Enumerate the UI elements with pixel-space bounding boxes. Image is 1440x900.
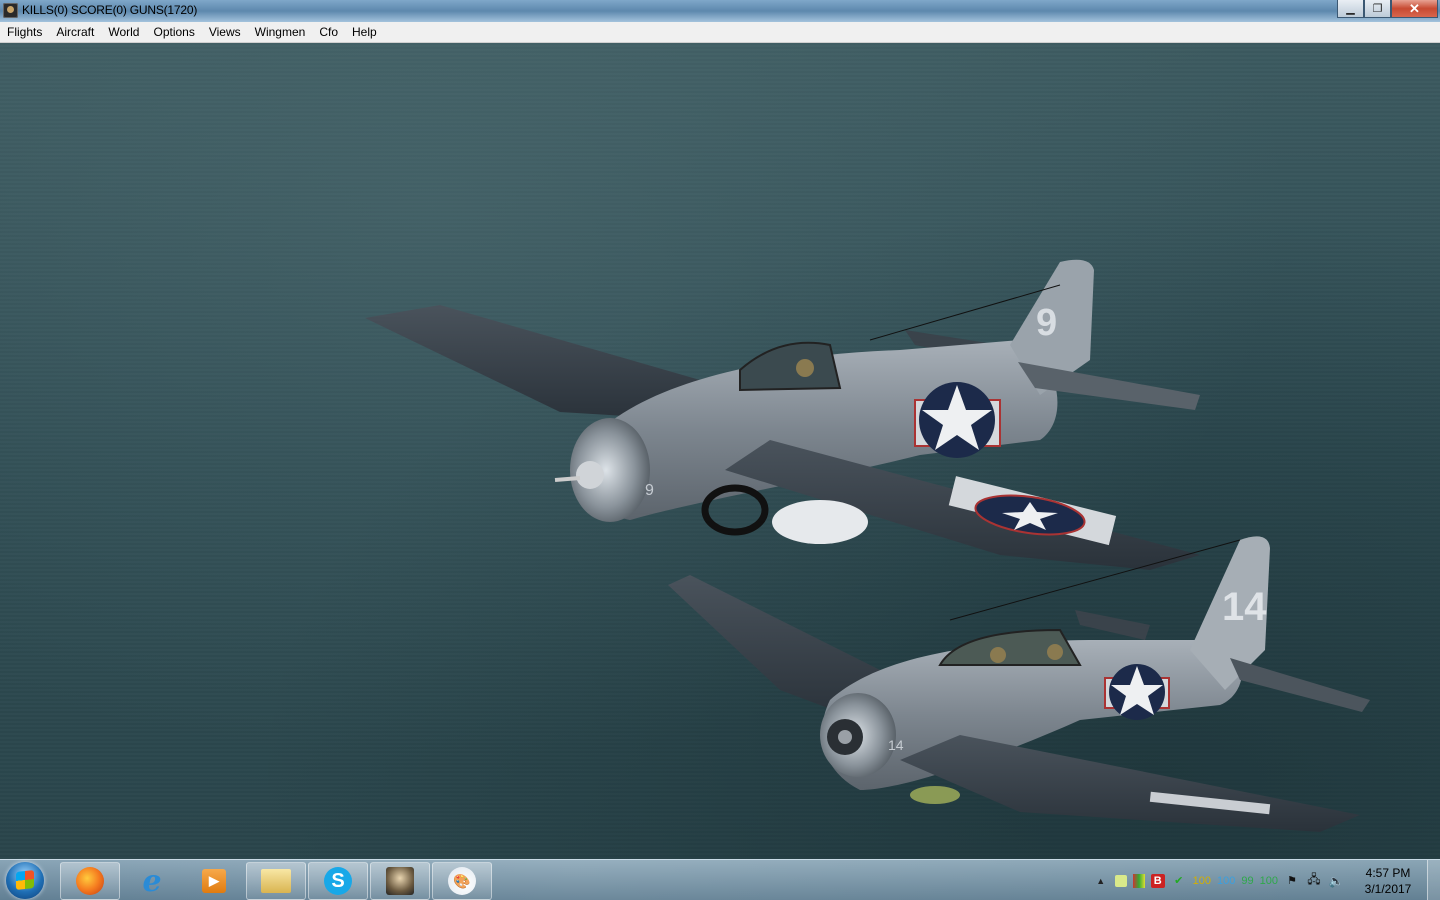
aircraft-2-bomb (910, 786, 960, 804)
taskbar-internet-explorer[interactable]: e (122, 862, 182, 900)
volume-icon[interactable]: 🔈 (1328, 873, 1344, 889)
taskbar-file-explorer[interactable] (246, 862, 306, 900)
menu-cfo[interactable]: Cfo (312, 22, 345, 42)
tray-value-4: 100 (1259, 874, 1278, 887)
shield-check-icon[interactable]: ✔ (1171, 873, 1187, 889)
show-desktop-button[interactable] (1427, 860, 1440, 900)
taskbar-media-player[interactable]: ▶ (184, 862, 244, 900)
window-titlebar: KILLS(0) SCORE(0) GUNS(1720) ▁ ❐ ✕ (0, 0, 1440, 23)
tray-value-1: 100 (1192, 874, 1212, 887)
menu-views[interactable]: Views (202, 22, 248, 42)
windows-logo-icon (16, 870, 34, 890)
aircraft-1-pilot (796, 359, 814, 377)
start-button[interactable] (6, 862, 44, 899)
maximize-button[interactable]: ❐ (1364, 0, 1391, 18)
app-icon[interactable] (3, 3, 18, 18)
aircraft-wildcat: 9 9 (365, 259, 1200, 570)
taskbar: e ▶ S 🎨 ▲ B ✔ 100 100 99 100 ⚑ 🖧 🔈 4:57 … (0, 859, 1440, 900)
network-icon[interactable]: 🖧 (1306, 872, 1322, 889)
taskbar-paint[interactable]: 🎨 (432, 862, 492, 900)
window-controls: ▁ ❐ ✕ (1337, 0, 1438, 18)
aircraft-2-cowl-number: 14 (888, 737, 904, 753)
aircraft-dauntless: 14 14 (668, 536, 1370, 832)
taskbar-game[interactable] (370, 862, 430, 900)
clock[interactable]: 4:57 PM 3/1/2017 (1353, 865, 1423, 897)
menu-flights[interactable]: Flights (0, 22, 49, 42)
firefox-icon (76, 867, 104, 895)
show-hidden-icons-icon[interactable]: ▲ (1093, 873, 1109, 889)
aircraft-2-gunner (1047, 644, 1063, 660)
b-app-icon[interactable]: B (1150, 873, 1165, 888)
aircraft-2-tail-number: 14 (1222, 585, 1267, 629)
internet-explorer-icon: e (142, 863, 162, 899)
media-player-icon: ▶ (202, 869, 226, 893)
aircraft-2-left-stabilizer (1075, 610, 1150, 640)
skype-icon: S (324, 867, 352, 895)
menu-wingmen[interactable]: Wingmen (248, 22, 313, 42)
scene-svg: 9 9 14 14 (365, 259, 1370, 832)
file-explorer-icon (261, 869, 291, 893)
close-button[interactable]: ✕ (1391, 0, 1438, 18)
app-tray-icon[interactable] (1132, 873, 1145, 888)
action-center-flag-icon[interactable]: ⚑ (1284, 873, 1300, 889)
aircraft-2-right-wing (900, 735, 1360, 832)
aircraft-1-tail-number: 9 (1036, 302, 1057, 344)
aircraft-1-drop-tank (772, 500, 868, 544)
clock-time: 4:57 PM (1365, 865, 1411, 880)
aircraft-2-pilot (990, 647, 1006, 663)
paint-icon: 🎨 (448, 867, 476, 895)
clock-date: 3/1/2017 (1364, 881, 1412, 896)
game-icon (386, 867, 414, 895)
window-title: KILLS(0) SCORE(0) GUNS(1720) (22, 3, 198, 17)
aircraft-1-canopy (739, 341, 842, 392)
menu-options[interactable]: Options (146, 22, 201, 42)
aircraft-2-spinner (838, 730, 852, 744)
taskbar-skype[interactable]: S (308, 862, 368, 900)
menu-world[interactable]: World (101, 22, 146, 42)
tray-value-2: 100 (1217, 874, 1236, 887)
flight-view[interactable]: 9 9 14 14 (0, 43, 1440, 859)
tray-value-3: 99 (1241, 874, 1254, 887)
notes-icon[interactable] (1114, 874, 1127, 887)
menu-bar: Flights Aircraft World Options Views Win… (0, 22, 1440, 43)
menu-aircraft[interactable]: Aircraft (49, 22, 101, 42)
aircraft-1-spinner (576, 461, 604, 489)
minimize-button[interactable]: ▁ (1337, 0, 1364, 18)
aircraft-1-prop-hub (554, 476, 581, 482)
menu-help[interactable]: Help (345, 22, 384, 42)
aircraft-1-cowl-number: 9 (645, 482, 654, 499)
taskbar-firefox[interactable] (60, 862, 120, 900)
system-tray: ▲ B ✔ 100 100 99 100 ⚑ 🖧 🔈 4:57 PM 3/1/2… (1090, 860, 1440, 900)
aircraft-2-right-stabilizer (1230, 658, 1370, 712)
